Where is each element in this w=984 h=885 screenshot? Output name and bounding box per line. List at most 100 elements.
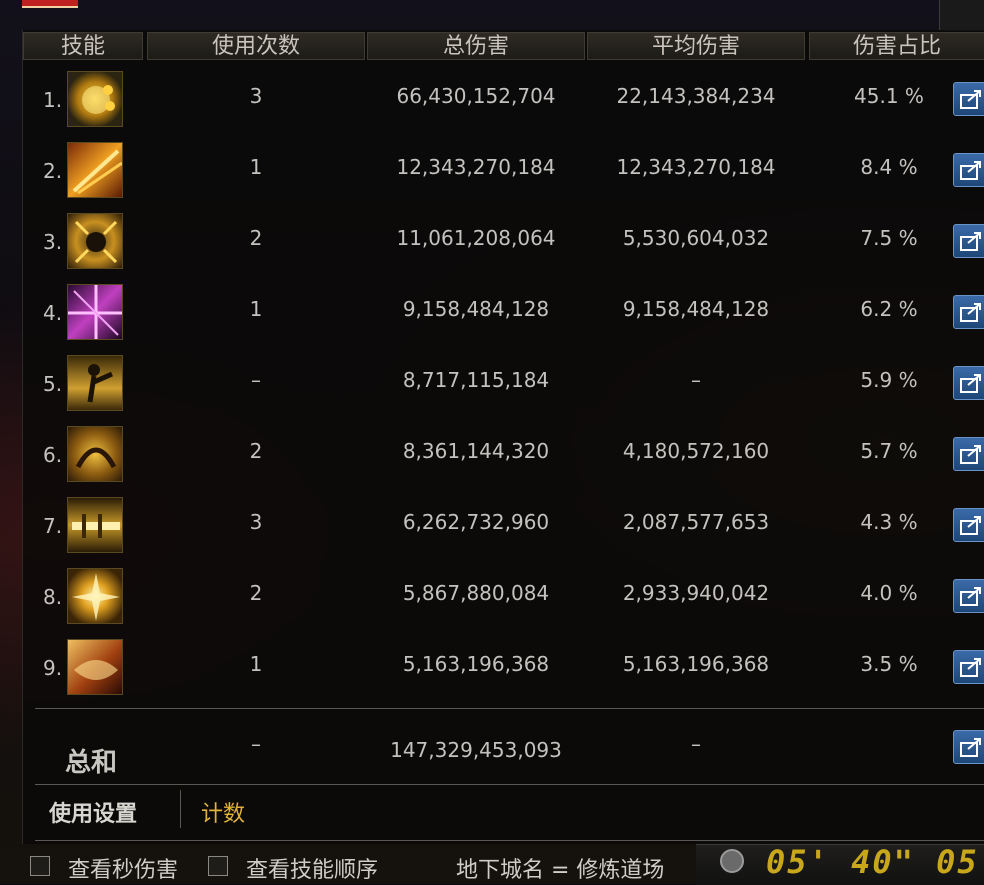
skill-icon <box>67 213 123 269</box>
table-row: 1. 3 66,430,152,704 22,143,384,234 45.1 … <box>23 66 984 132</box>
cell-uses: 3 <box>249 84 263 108</box>
cell-damage-share: 4.3 % <box>860 510 918 534</box>
share-button[interactable] <box>953 508 984 542</box>
skill-icon <box>67 355 123 411</box>
background-red-tab <box>22 0 78 8</box>
row-index: 3. <box>43 230 63 254</box>
cell-total-damage: 5,163,196,368 <box>402 652 550 676</box>
cell-uses: 2 <box>249 581 263 605</box>
tab-count[interactable]: 计数 <box>201 796 245 828</box>
cell-average-damage: 5,530,604,032 <box>622 226 770 250</box>
share-button[interactable] <box>953 650 984 684</box>
cell-total-damage: 8,717,115,184 <box>402 368 550 392</box>
panel-bottom-divider <box>35 840 984 841</box>
cell-damage-share: 5.9 % <box>860 368 918 392</box>
share-icon <box>960 738 981 757</box>
dungeon-timer: 05' 40" 05 <box>696 843 984 885</box>
damage-stats-panel: 技能 使用次数 总伤害 平均伤害 伤害占比 1. 3 66,430,152,70… <box>22 30 984 844</box>
summary-uses: – <box>251 732 261 756</box>
share-button[interactable] <box>953 730 984 764</box>
share-button[interactable] <box>953 224 984 258</box>
header-damage-share[interactable]: 伤害占比 <box>809 32 984 60</box>
cell-average-damage: 2,087,577,653 <box>622 510 770 534</box>
dungeon-name: 地下城名 = 修炼道场 <box>456 858 665 883</box>
row-index: 5. <box>43 372 63 396</box>
cell-damage-share: 7.5 % <box>860 226 918 250</box>
clock-icon <box>720 849 744 873</box>
cell-uses: 1 <box>249 297 263 321</box>
cell-average-damage: 12,343,270,184 <box>616 155 776 179</box>
cell-total-damage: 6,262,732,960 <box>402 510 550 534</box>
cell-uses: 3 <box>249 510 263 534</box>
skill-icon <box>67 426 123 482</box>
share-icon <box>960 303 981 322</box>
cell-damage-share: 8.4 % <box>860 155 918 179</box>
share-icon <box>960 90 981 109</box>
cell-damage-share: 4.0 % <box>860 581 918 605</box>
tab-separator <box>180 790 181 828</box>
summary-row: – 147,329,453,093 – <box>23 716 984 782</box>
share-icon <box>960 445 981 464</box>
summary-average-damage: – <box>691 732 701 756</box>
cell-total-damage: 8,361,144,320 <box>402 439 550 463</box>
table-row: 8. 2 5,867,880,084 2,933,940,042 4.0 % <box>23 563 984 629</box>
cell-uses: 1 <box>249 652 263 676</box>
table-row: 6. 2 8,361,144,320 4,180,572,160 5.7 % <box>23 421 984 487</box>
header-uses[interactable]: 使用次数 <box>147 32 365 60</box>
tabs-divider <box>35 784 984 785</box>
table-header: 技能 使用次数 总伤害 平均伤害 伤害占比 <box>23 30 984 62</box>
cell-average-damage: 9,158,484,128 <box>622 297 770 321</box>
row-index: 7. <box>43 514 63 538</box>
share-button[interactable] <box>953 153 984 187</box>
per-second-damage-label[interactable]: 查看秒伤害 <box>68 852 178 884</box>
share-icon <box>960 658 981 677</box>
skill-order-label[interactable]: 查看技能顺序 <box>246 852 378 884</box>
skill-icon <box>67 284 123 340</box>
skill-icon <box>67 568 123 624</box>
cell-uses: 2 <box>249 439 263 463</box>
cell-total-damage: 9,158,484,128 <box>402 297 550 321</box>
skill-order-checkbox[interactable] <box>208 856 228 876</box>
share-button[interactable] <box>953 437 984 471</box>
row-index: 4. <box>43 301 63 325</box>
cell-total-damage: 12,343,270,184 <box>396 155 556 179</box>
share-button[interactable] <box>953 82 984 116</box>
header-total-damage[interactable]: 总伤害 <box>367 32 585 60</box>
per-second-damage-checkbox[interactable] <box>30 856 50 876</box>
summary-divider <box>35 708 984 709</box>
cell-average-damage: 4,180,572,160 <box>622 439 770 463</box>
row-index: 1. <box>43 88 63 112</box>
share-button[interactable] <box>953 366 984 400</box>
cell-damage-share: 3.5 % <box>860 652 918 676</box>
cell-average-damage: – <box>691 368 701 392</box>
table-row: 2. 1 12,343,270,184 12,343,270,184 8.4 % <box>23 137 984 203</box>
table-row: 7. 3 6,262,732,960 2,087,577,653 4.3 % <box>23 492 984 558</box>
row-index: 9. <box>43 656 63 680</box>
share-icon <box>960 516 981 535</box>
header-average-damage[interactable]: 平均伤害 <box>587 32 805 60</box>
cell-uses: – <box>251 368 261 392</box>
tab-usage-settings[interactable]: 使用设置 <box>49 796 137 828</box>
header-skill[interactable]: 技能 <box>23 32 143 60</box>
cell-total-damage: 66,430,152,704 <box>396 84 556 108</box>
summary-total-damage: 147,329,453,093 <box>390 738 562 762</box>
cell-damage-share: 6.2 % <box>860 297 918 321</box>
share-button[interactable] <box>953 579 984 613</box>
skill-icon <box>67 497 123 553</box>
cell-average-damage: 5,163,196,368 <box>622 652 770 676</box>
share-icon <box>960 587 981 606</box>
table-row: 4. 1 9,158,484,128 9,158,484,128 6.2 % <box>23 279 984 345</box>
cell-total-damage: 11,061,208,064 <box>396 226 556 250</box>
cell-average-damage: 2,933,940,042 <box>622 581 770 605</box>
cell-uses: 1 <box>249 155 263 179</box>
share-icon <box>960 232 981 251</box>
skill-icon <box>67 142 123 198</box>
skill-icon <box>67 639 123 695</box>
skill-icon <box>67 71 123 127</box>
background-corner-widget <box>939 0 984 31</box>
row-index: 2. <box>43 159 63 183</box>
row-index: 6. <box>43 443 63 467</box>
table-row: 9. 1 5,163,196,368 5,163,196,368 3.5 % <box>23 634 984 700</box>
summary-label: 总和 <box>65 748 118 778</box>
share-button[interactable] <box>953 295 984 329</box>
